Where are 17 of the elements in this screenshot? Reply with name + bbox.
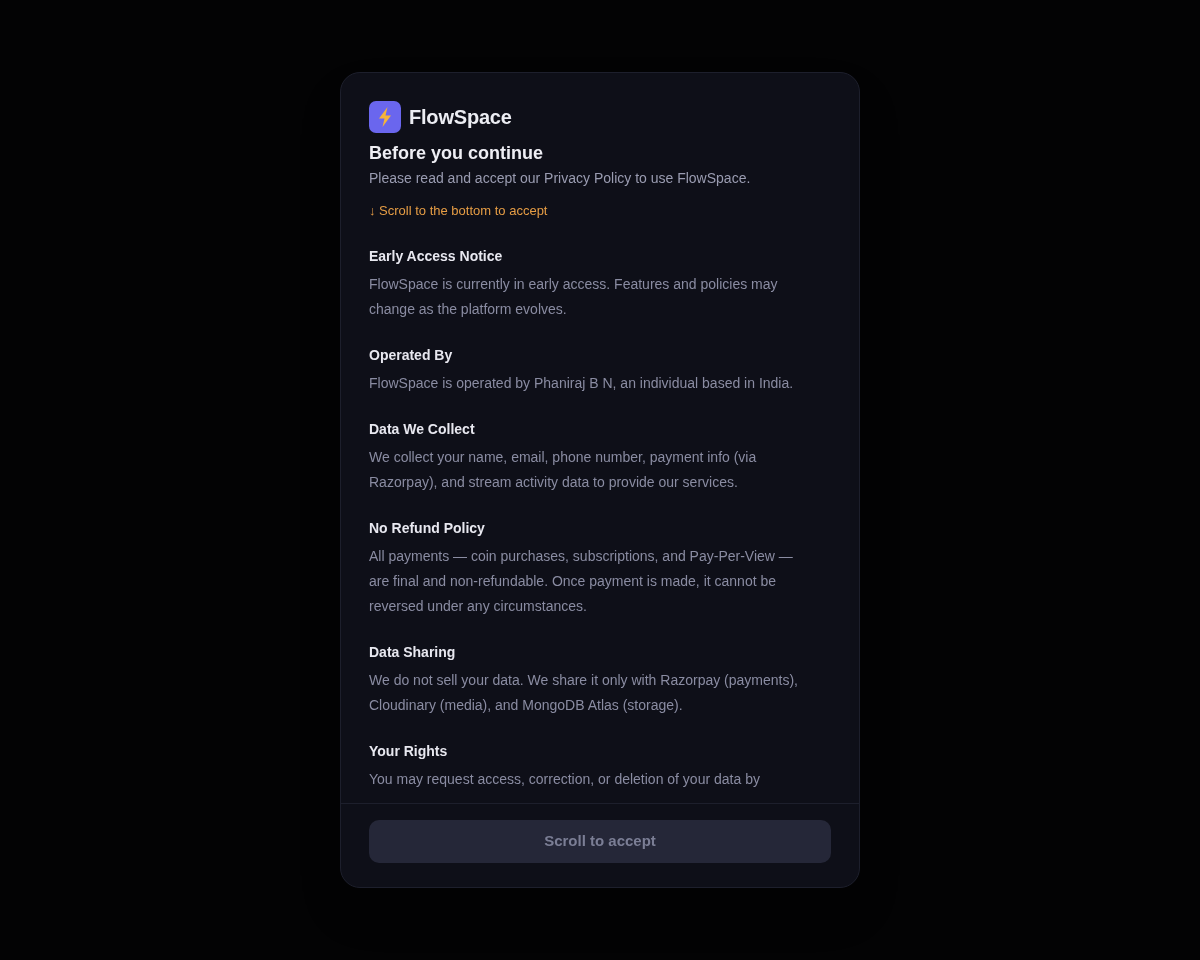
section-text: FlowSpace is operated by Phaniraj B N, an individual based in India. (369, 374, 795, 393)
dialog-subtitle: Please read and accept our Privacy Policy to use FlowSpace. (369, 169, 752, 188)
dialog-title: Before you continue (369, 142, 544, 165)
section-heading: Early Access Notice (369, 247, 504, 266)
section-text: We collect your name, email, phone number, payment info (via Razorpay), and stream activity data to provide our services. (369, 448, 758, 492)
lightning-bolt-icon (369, 101, 401, 133)
app-name: FlowSpace (409, 105, 512, 130)
section-heading: Operated By (369, 346, 454, 365)
scroll-notice: ↓ Scroll to the bottom to accept (369, 202, 549, 220)
section-heading: Data We Collect (369, 420, 476, 439)
section-text: We do not sell your data. We share it only with Razorpay (payments), Cloudinary (media), and MongoDB Atlas (storage). (369, 671, 799, 715)
section-heading: Data Sharing (369, 643, 457, 662)
section-text: FlowSpace is currently in early access. Features and policies may change as the platform evolves. (369, 275, 779, 319)
section-text: All payments — coin purchases, subscriptions, and Pay-Per-View — are final and non-refundable. Once payment is made, it cannot be reversed under any circumstances. (369, 547, 794, 616)
section-heading: Your Rights (369, 742, 449, 761)
section-heading: No Refund Policy (369, 519, 486, 538)
section-text: You may request access, correction, or deletion of your data by (369, 770, 761, 789)
